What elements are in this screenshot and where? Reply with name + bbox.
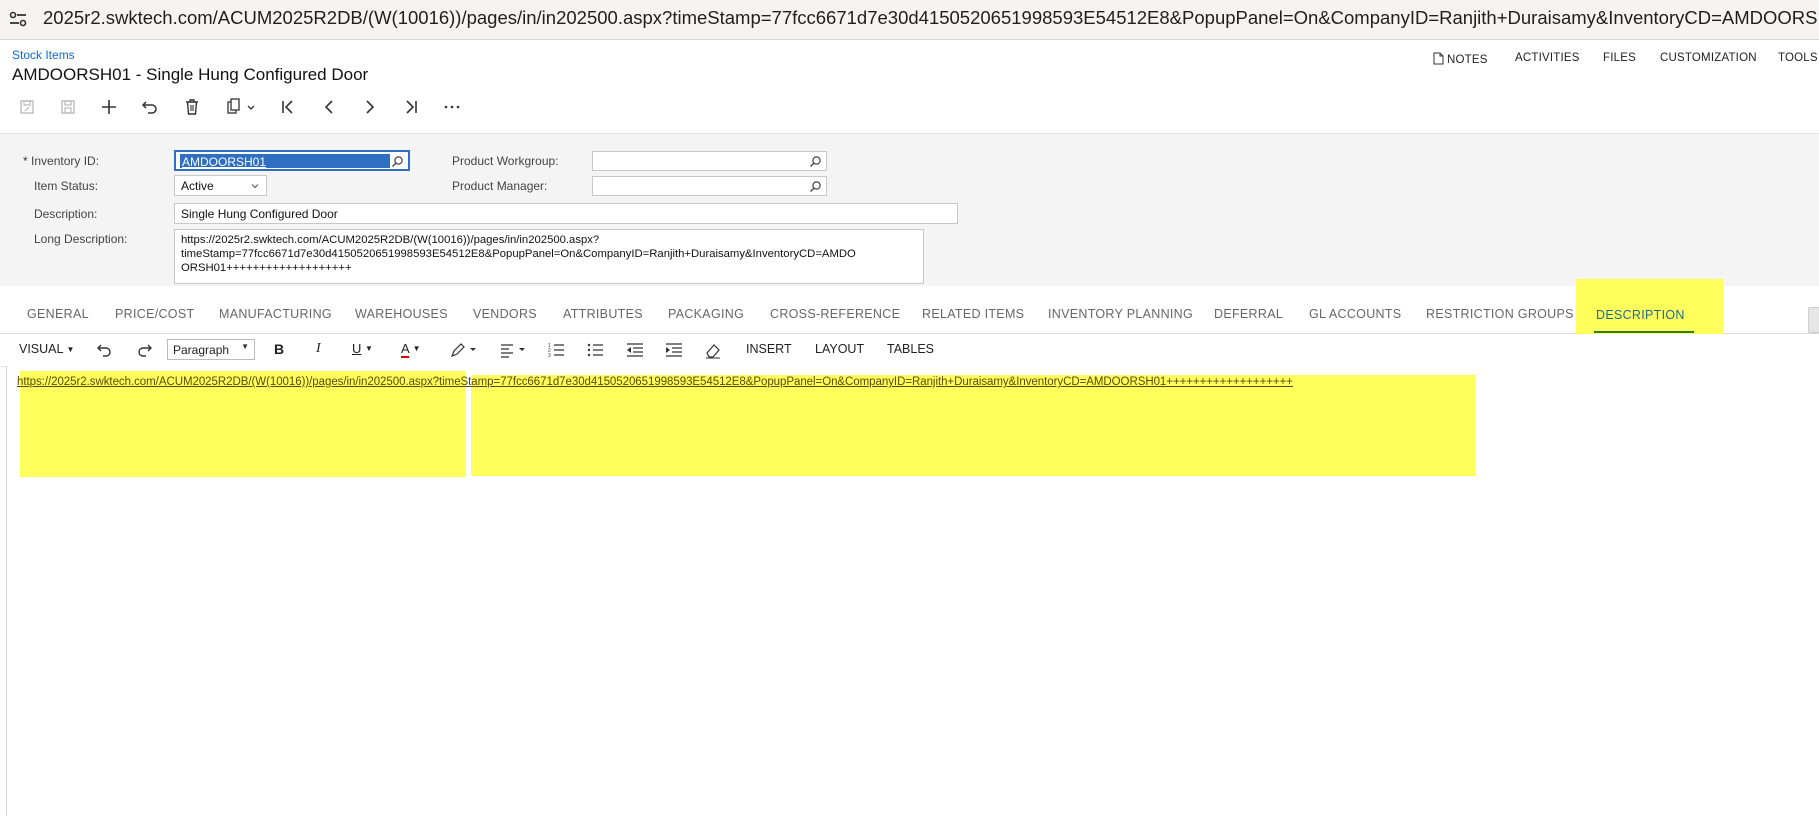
tab-restriction-groups[interactable]: RESTRICTION GROUPS [1426, 307, 1574, 321]
save-icon[interactable] [57, 96, 79, 118]
notes-label: NOTES [1447, 54, 1488, 66]
search-icon[interactable] [809, 155, 822, 168]
activities-button[interactable]: ACTIVITIES [1515, 52, 1580, 64]
inventory-id-field[interactable]: AMDOORSH01 [174, 150, 410, 171]
tools-button[interactable]: TOOLS [1778, 52, 1818, 64]
note-icon [1433, 52, 1444, 68]
highlight-pen-icon[interactable] [449, 340, 481, 360]
align-left-icon[interactable] [499, 340, 531, 360]
save-close-icon[interactable] [16, 96, 38, 118]
font-color-button[interactable]: A ▼ [401, 341, 421, 358]
search-icon[interactable] [809, 180, 822, 193]
inventory-id-value: AMDOORSH01 [182, 155, 267, 169]
more-icon[interactable] [441, 96, 463, 118]
tab-inventory-planning[interactable]: INVENTORY PLANNING [1048, 307, 1193, 321]
product-manager-field[interactable] [592, 176, 827, 196]
long-description-label: Long Description: [34, 232, 128, 246]
description-link[interactable]: https://2025r2.swktech.com/ACUM2025R2DB/… [17, 376, 1293, 388]
svg-text:3: 3 [548, 353, 551, 359]
paragraph-format-value: Paragraph [173, 343, 230, 357]
tab-price-cost[interactable]: PRICE/COST [115, 307, 194, 321]
tab-packaging[interactable]: PACKAGING [668, 307, 744, 321]
description-label: Description: [34, 207, 98, 221]
inventory-id-label: * Inventory ID: [23, 154, 100, 168]
files-button[interactable]: FILES [1603, 52, 1636, 64]
first-record-icon[interactable] [277, 96, 299, 118]
page-title: AMDOORSH01 - Single Hung Configured Door [12, 65, 369, 84]
customization-button[interactable]: CUSTOMIZATION [1660, 52, 1757, 64]
product-manager-label: Product Manager: [452, 179, 548, 193]
numbered-list-icon[interactable]: 123 [547, 340, 567, 360]
description-value: Single Hung Configured Door [181, 207, 338, 221]
tab-vendors[interactable]: VENDORS [473, 307, 537, 321]
active-tab-indicator [1594, 331, 1694, 333]
visual-mode-dropdown[interactable]: VISUAL ▼ [19, 342, 74, 356]
layout-menu[interactable]: LAYOUT [815, 342, 864, 356]
redo-icon[interactable] [134, 340, 154, 360]
insert-menu[interactable]: INSERT [746, 342, 792, 356]
tab-deferral[interactable]: DEFERRAL [1214, 307, 1283, 321]
url-text[interactable]: 2025r2.swktech.com/ACUM2025R2DB/(W(10016… [43, 7, 1819, 29]
item-status-select[interactable]: Active [174, 175, 267, 196]
tab-attributes[interactable]: ATTRIBUTES [563, 307, 643, 321]
copy-paste-icon[interactable] [224, 96, 260, 118]
italic-button[interactable]: I [316, 341, 321, 357]
description-field[interactable]: Single Hung Configured Door [174, 203, 958, 224]
search-icon[interactable] [391, 155, 404, 168]
tab-description[interactable]: DESCRIPTION [1596, 308, 1685, 322]
next-record-icon[interactable] [359, 96, 381, 118]
indent-icon[interactable] [664, 340, 684, 360]
underline-button[interactable]: U ▼ [352, 341, 373, 356]
long-description-field[interactable]: https://2025r2.swktech.com/ACUM2025R2DB/… [174, 229, 924, 284]
last-record-icon[interactable] [400, 96, 422, 118]
product-workgroup-field[interactable] [592, 151, 827, 171]
undo-icon[interactable] [139, 96, 161, 118]
highlight-annotation [471, 375, 1475, 476]
paragraph-format-select[interactable]: Paragraph ▼ [167, 339, 255, 360]
product-workgroup-label: Product Workgroup: [452, 154, 559, 168]
bullet-list-icon[interactable] [586, 340, 606, 360]
add-icon[interactable] [98, 96, 120, 118]
tables-menu[interactable]: TABLES [887, 342, 934, 356]
tab-warehouses[interactable]: WAREHOUSES [355, 307, 448, 321]
browser-address-bar[interactable]: 2025r2.swktech.com/ACUM2025R2DB/(W(10016… [0, 0, 1819, 40]
chevron-down-icon [250, 180, 260, 194]
undo-icon[interactable] [95, 340, 115, 360]
tab-scroll-button[interactable] [1808, 307, 1819, 333]
notes-button[interactable]: NOTES [1433, 52, 1488, 68]
delete-icon[interactable] [181, 96, 203, 118]
chevron-down-icon: ▼ [241, 342, 249, 351]
tab-gl-accounts[interactable]: GL ACCOUNTS [1309, 307, 1401, 321]
long-description-value: https://2025r2.swktech.com/ACUM2025R2DB/… [181, 234, 856, 274]
clear-formatting-icon[interactable] [703, 340, 723, 360]
breadcrumb-stock-items[interactable]: Stock Items [12, 48, 75, 62]
tab-manufacturing[interactable]: MANUFACTURING [219, 307, 332, 321]
tab-related-items[interactable]: RELATED ITEMS [922, 307, 1024, 321]
item-status-value: Active [181, 179, 214, 193]
item-status-label: Item Status: [34, 179, 99, 193]
outdent-icon[interactable] [625, 340, 645, 360]
editor-toolbar: VISUAL ▼ Paragraph ▼ B I U ▼ A ▼ 123 INS… [0, 334, 1819, 367]
tab-general[interactable]: GENERAL [27, 307, 89, 321]
site-settings-icon[interactable] [9, 11, 27, 27]
tab-cross-reference[interactable]: CROSS-REFERENCE [770, 307, 900, 321]
bold-button[interactable]: B [274, 341, 284, 357]
previous-record-icon[interactable] [318, 96, 340, 118]
